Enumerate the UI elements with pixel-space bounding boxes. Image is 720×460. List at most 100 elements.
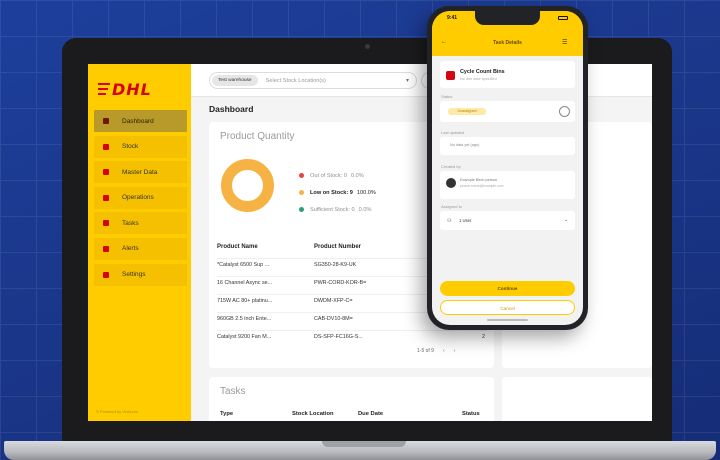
task-summary-card[interactable]: Cycle Count Bins No due date specified bbox=[440, 61, 575, 88]
sidebar-item-label: Settings bbox=[122, 271, 146, 279]
hierarchy-icon bbox=[103, 169, 109, 176]
battery-icon bbox=[558, 16, 568, 20]
column-header-type[interactable]: Type bbox=[220, 411, 233, 417]
creator-name: Example Bech person bbox=[460, 178, 498, 182]
laptop-base bbox=[4, 441, 716, 460]
sidebar-item-stock[interactable]: Stock bbox=[94, 135, 187, 158]
green-dot-icon bbox=[299, 207, 304, 212]
sidebar-item-label: Operations bbox=[122, 194, 154, 202]
pagination: 1-5 of 9 ‹ › bbox=[417, 348, 455, 354]
assigned-to-label: Assigned to bbox=[441, 204, 462, 209]
last-updated-value: No data yet (ago) bbox=[450, 143, 480, 147]
users-icon: ⚇ bbox=[447, 218, 452, 224]
column-header-product-number[interactable]: Product Number bbox=[314, 244, 361, 250]
chevron-down-icon[interactable]: ▾ bbox=[406, 77, 409, 84]
sidebar-item-operations[interactable]: Operations bbox=[94, 186, 187, 209]
orange-dot-icon bbox=[299, 190, 304, 195]
product-name-cell: 715W AC 80+ platinu... bbox=[217, 298, 273, 304]
prev-page-icon[interactable]: ‹ bbox=[443, 348, 445, 354]
task-name: Cycle Count Bins bbox=[460, 69, 505, 75]
red-dot-icon bbox=[299, 173, 304, 178]
creator-email: person.name@example.com bbox=[460, 184, 504, 188]
chart-legend: Out of Stock: 0 0.0% Low on Stock: 9 100… bbox=[299, 167, 376, 218]
phone-title: Task Details bbox=[493, 40, 522, 46]
avatar bbox=[446, 178, 456, 188]
logo-stripe bbox=[98, 83, 110, 85]
stock-donut-chart bbox=[221, 159, 274, 212]
table-row[interactable]: Catalyst 9200 Fan M... DS-SFP-FC16G-S...… bbox=[217, 330, 487, 348]
assigned-to-select[interactable]: ⚇ 1 User ⌄ bbox=[440, 211, 575, 230]
legend-label: Sufficient Stock: 0 bbox=[310, 206, 355, 213]
phone-screen: 9:41 ← Task Details ☰ Cycle Count Bins N… bbox=[432, 11, 583, 325]
sidebar-item-settings[interactable]: Settings bbox=[94, 263, 187, 286]
sidebar-item-label: Tasks bbox=[122, 219, 139, 227]
created-by-label: Created by bbox=[441, 164, 461, 169]
tasks-table-header: Type Stock Location Due Date Status bbox=[220, 411, 480, 421]
sidebar-item-alerts[interactable]: Alerts bbox=[94, 237, 187, 260]
location-placeholder: Select Stock Location(s) bbox=[265, 77, 326, 84]
tasks-card: Tasks Type Stock Location Due Date Statu… bbox=[209, 377, 494, 421]
status-card[interactable]: Unassigned bbox=[440, 101, 575, 122]
clipboard-icon bbox=[103, 220, 109, 227]
sidebar-nav: Dashboard Stock Master Data Operations T… bbox=[94, 110, 187, 289]
sidebar-footer: © Powered by Ventures bbox=[96, 409, 139, 414]
radio-circle-icon[interactable] bbox=[559, 106, 570, 117]
laptop-hinge-notch bbox=[322, 441, 406, 447]
card-title: Tasks bbox=[220, 386, 246, 397]
sidebar-item-dashboard[interactable]: Dashboard bbox=[94, 110, 187, 132]
legend-value: 0.0% bbox=[351, 172, 364, 179]
home-indicator bbox=[487, 319, 528, 321]
sidebar-item-label: Alerts bbox=[122, 245, 139, 253]
continue-button[interactable]: Continue bbox=[440, 281, 575, 296]
list-icon bbox=[103, 194, 109, 201]
quantity-cell: 2 bbox=[482, 334, 485, 340]
legend-item-out-of-stock: Out of Stock: 0 0.0% bbox=[299, 167, 376, 184]
chevron-down-icon[interactable]: ⌄ bbox=[564, 217, 568, 223]
status-label: Status bbox=[441, 94, 453, 99]
product-name-cell: Catalyst 9200 Fan M... bbox=[217, 334, 272, 340]
legend-item-sufficient-stock: Sufficient Stock: 0 0.0% bbox=[299, 201, 376, 218]
bell-icon bbox=[103, 245, 109, 252]
product-number-cell: PWR-CORD-KOR-B= bbox=[314, 280, 367, 286]
legend-item-low-on-stock: Low on Stock: 9 100.0% bbox=[299, 184, 376, 201]
sidebar-item-tasks[interactable]: Tasks bbox=[94, 212, 187, 235]
next-page-icon[interactable]: › bbox=[454, 348, 456, 354]
box-icon bbox=[103, 143, 109, 150]
last-updated-card: No data yet (ago) bbox=[440, 137, 575, 155]
sidebar-item-label: Stock bbox=[122, 143, 139, 151]
phone-frame: 9:41 ← Task Details ☰ Cycle Count Bins N… bbox=[427, 6, 588, 330]
column-header-due-date[interactable]: Due Date bbox=[358, 411, 383, 417]
card-title: Product Quantity bbox=[220, 131, 295, 142]
dashboard-icon bbox=[103, 118, 109, 124]
logo-text: DHL bbox=[112, 80, 152, 99]
assignee-value: 1 User bbox=[459, 218, 472, 223]
column-header-status[interactable]: Status bbox=[462, 411, 480, 417]
legend-value: 0.0% bbox=[358, 206, 372, 213]
product-number-cell: CAB-DV10-8M= bbox=[314, 316, 353, 322]
sidebar-item-label: Master Data bbox=[122, 168, 158, 176]
donut-segment-low-stock bbox=[221, 159, 274, 212]
inbox-icon[interactable]: ☰ bbox=[562, 39, 567, 46]
right-panel-lower bbox=[502, 377, 652, 421]
gear-icon bbox=[103, 271, 109, 278]
legend-label: Out of Stock: 0 bbox=[310, 172, 347, 179]
phone-notch bbox=[475, 11, 540, 25]
sidebar-item-label: Dashboard bbox=[122, 117, 154, 125]
sidebar-item-master-data[interactable]: Master Data bbox=[94, 161, 187, 184]
pagination-range: 1-5 of 9 bbox=[417, 348, 434, 354]
last-updated-label: Last updated bbox=[441, 130, 465, 135]
dhl-logo[interactable]: DHL bbox=[98, 78, 182, 100]
cancel-button[interactable]: Cancel bbox=[440, 300, 575, 315]
logo-stripe bbox=[98, 93, 106, 95]
page-title: Dashboard bbox=[209, 104, 254, 114]
column-header-stock-location[interactable]: Stock Location bbox=[292, 411, 334, 417]
warehouse-chip[interactable]: Test warehouse bbox=[212, 75, 258, 86]
status-time: 9:41 bbox=[447, 15, 458, 21]
camera-dot bbox=[365, 44, 370, 49]
task-type-icon bbox=[446, 71, 455, 80]
warehouse-location-select[interactable]: Test warehouse Select Stock Location(s) … bbox=[209, 72, 417, 89]
product-number-cell: DWDM-XFP-C= bbox=[314, 298, 353, 304]
column-header-product-name[interactable]: Product Name bbox=[217, 244, 258, 250]
logo-stripe bbox=[98, 88, 108, 90]
legend-value: 100.0% bbox=[356, 189, 376, 196]
